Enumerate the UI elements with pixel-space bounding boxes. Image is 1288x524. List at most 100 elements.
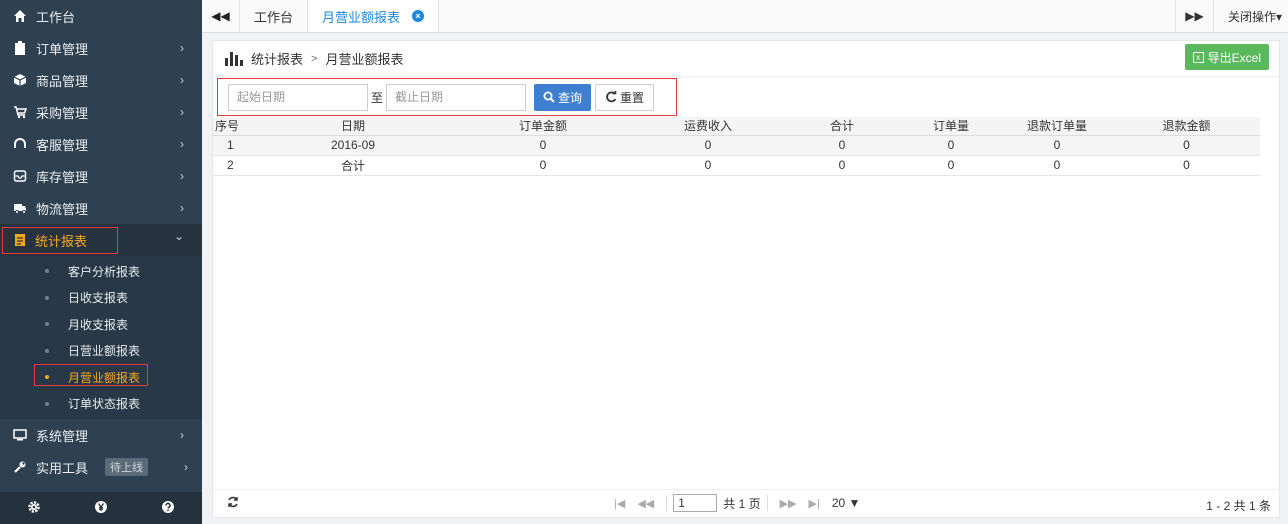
last-page-icon[interactable]: ▶| — [809, 497, 820, 510]
sidebar-item-label: 商品管理 — [36, 73, 89, 89]
sidebar-item-label: 实用工具 — [36, 460, 89, 476]
table-cell: 0 — [1001, 155, 1113, 176]
chevron-right-icon: › — [180, 41, 184, 55]
query-label: 查询 — [558, 90, 583, 105]
sidebar-item-label: 统计报表 — [2, 226, 119, 254]
bar-chart-icon — [225, 51, 243, 66]
to-label: 至 — [370, 90, 383, 105]
excel-icon: x — [1192, 51, 1204, 63]
cube-icon — [12, 72, 28, 88]
chevron-down-icon: ⌄ — [173, 229, 184, 243]
submenu-item-customer-analysis[interactable]: 客户分析报表 — [0, 258, 202, 285]
help-icon[interactable] — [161, 500, 175, 517]
reset-button[interactable]: 重置 — [595, 83, 655, 111]
sidebar-item-label: 客服管理 — [36, 137, 89, 153]
sidebar-item-label: 订单管理 — [36, 41, 89, 57]
start-date-field[interactable]: 起始日期 — [228, 83, 368, 111]
submenu-item-label: 月收支报表 — [68, 317, 129, 332]
chevron-right-icon: › — [184, 460, 188, 474]
export-label: 导出Excel — [1207, 50, 1261, 65]
sidebar-item-logistics[interactable]: 物流管理 › — [0, 192, 202, 224]
column-header[interactable]: 订单量 — [901, 117, 1001, 136]
breadcrumb: 统计报表 > 月营业额报表 — [213, 41, 1279, 77]
yen-icon[interactable] — [94, 500, 108, 517]
cart-icon — [12, 104, 28, 120]
close-operations-dropdown[interactable]: 关闭操作▾ — [1212, 0, 1288, 32]
column-header[interactable]: 日期 — [253, 117, 453, 136]
first-page-icon[interactable]: |◀ — [614, 497, 625, 510]
column-header[interactable]: 订单金额 — [453, 117, 633, 136]
page-title: 月营业额报表 — [325, 52, 404, 67]
table-cell: 0 — [901, 135, 1001, 156]
bullet-icon — [45, 322, 49, 326]
sidebar-item-inventory[interactable]: 库存管理 › — [0, 160, 202, 192]
submenu-item-label: 日收支报表 — [68, 291, 129, 306]
table-row[interactable]: 1 2016-09 0 0 0 0 0 0 — [213, 135, 1260, 156]
sidebar-item-orders[interactable]: 订单管理 › — [0, 32, 202, 64]
column-header[interactable]: 合计 — [783, 117, 901, 136]
pagination-bar: |◀ ◀◀ 1 共 1 页 ▶▶ ▶| 20 ▼ 1 - 2 共 1 条 — [213, 489, 1279, 517]
end-date-field[interactable]: 截止日期 — [386, 83, 526, 111]
refresh-icon[interactable] — [227, 496, 239, 511]
submenu-item-order-status[interactable]: 订单状态报表 — [0, 391, 202, 418]
table-cell: 0 — [453, 155, 633, 176]
page-number-input[interactable]: 1 — [673, 494, 718, 512]
tab-monthly-revenue-report[interactable]: 月营业额报表 × — [308, 0, 440, 32]
sidebar-item-label: 系统管理 — [36, 428, 89, 444]
sidebar: 工作台 订单管理 › 商品管理 › 采购管理 › 客服管理 › 库存管理 › 物… — [0, 0, 202, 524]
prev-page-icon[interactable]: ◀◀ — [637, 497, 654, 510]
sidebar-item-purchasing[interactable]: 采购管理 › — [0, 96, 202, 128]
bullet-icon — [45, 269, 49, 273]
reset-label: 重置 — [620, 90, 645, 105]
search-icon — [543, 91, 555, 103]
highlight-box — [34, 364, 148, 386]
total-pages: 共 1 页 — [723, 496, 761, 511]
export-excel-button[interactable]: x 导出Excel — [1184, 44, 1269, 70]
bullet-icon — [45, 295, 49, 300]
chevron-right-icon: › — [180, 428, 184, 442]
submenu-item-monthly-income[interactable]: 月收支报表 — [0, 311, 202, 338]
submenu-item-daily-revenue[interactable]: 日营业额报表 — [0, 338, 202, 365]
sidebar-footer — [0, 492, 202, 524]
tab-bar: ◀◀ 工作台 月营业额报表 × ▶▶ 关闭操作▾ — [202, 0, 1288, 33]
next-page-icon[interactable]: ▶▶ — [780, 497, 797, 510]
tab-scroll-right-button[interactable]: ▶▶ — [1174, 0, 1213, 32]
table-cell: 合计 — [253, 155, 453, 176]
sidebar-item-label: 库存管理 — [36, 169, 89, 185]
submenu-item-monthly-revenue[interactable]: 月营业额报表 — [0, 364, 202, 391]
sidebar-item-system[interactable]: 系统管理 › — [0, 419, 202, 451]
column-header[interactable]: 运费收入 — [633, 117, 783, 136]
inbox-icon — [12, 168, 28, 184]
sidebar-item-dashboard[interactable]: 工作台 — [0, 0, 202, 32]
query-button[interactable]: 查询 — [534, 83, 592, 111]
sidebar-item-tools[interactable]: 实用工具 待上线 › — [0, 451, 202, 483]
bullet-icon — [45, 348, 49, 353]
sidebar-item-customer-service[interactable]: 客服管理 › — [0, 128, 202, 160]
table-cell: 0 — [1001, 135, 1113, 156]
column-header[interactable]: 序号 — [213, 117, 253, 136]
submenu-item-label: 客户分析报表 — [68, 264, 141, 279]
record-count: 1 - 2 共 1 条 — [1206, 499, 1271, 513]
close-icon[interactable]: × — [412, 10, 425, 22]
table-cell: 0 — [901, 155, 1001, 176]
submenu-item-label: 日营业额报表 — [68, 344, 141, 359]
column-header[interactable]: 退款金额 — [1113, 117, 1260, 136]
chevron-right-icon: › — [180, 137, 184, 151]
submenu-item-label: 订单状态报表 — [68, 397, 141, 412]
tab-scroll-left-button[interactable]: ◀◀ — [202, 0, 240, 32]
home-icon — [12, 8, 28, 24]
bullet-icon — [45, 375, 49, 379]
tab-label: 工作台 — [254, 9, 294, 25]
truck-icon — [12, 200, 28, 216]
gear-icon[interactable] — [27, 500, 41, 517]
sidebar-item-reports[interactable]: 统计报表 ⌄ — [0, 224, 202, 256]
clipboard-icon — [12, 40, 28, 56]
page-size-select[interactable]: 20 ▼ — [832, 496, 861, 510]
column-header[interactable]: 退款订单量 — [1001, 117, 1113, 136]
table-cell: 0 — [783, 135, 901, 156]
tab-dashboard[interactable]: 工作台 — [240, 0, 309, 32]
submenu-item-daily-income[interactable]: 日收支报表 — [0, 285, 202, 312]
table-header-row: 序号 日期 订单金额 运费收入 合计 订单量 退款订单量 退款金额 — [213, 117, 1260, 136]
sidebar-item-products[interactable]: 商品管理 › — [0, 64, 202, 96]
table-row[interactable]: 2 合计 0 0 0 0 0 0 — [213, 155, 1260, 176]
